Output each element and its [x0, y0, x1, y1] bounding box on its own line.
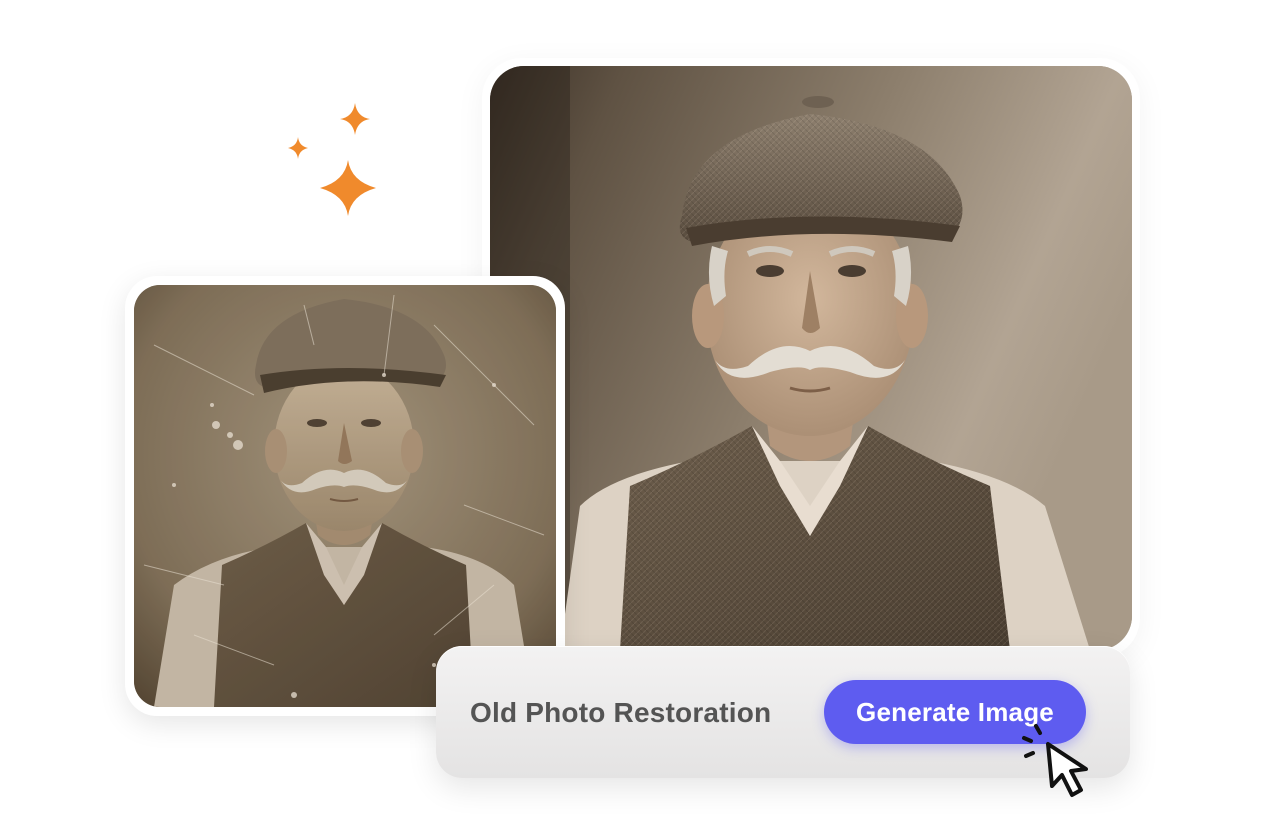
sparkle-icon [288, 137, 308, 159]
sparkle-icon [340, 103, 370, 135]
feature-label: Old Photo Restoration [470, 697, 772, 728]
click-cursor-icon [1022, 724, 1088, 797]
sparkle-icon [320, 160, 376, 216]
photo-restoration-showcase: Old Photo Restoration Generate Image [0, 0, 1264, 830]
restored-photo [490, 66, 1132, 650]
original-photo [134, 285, 556, 707]
